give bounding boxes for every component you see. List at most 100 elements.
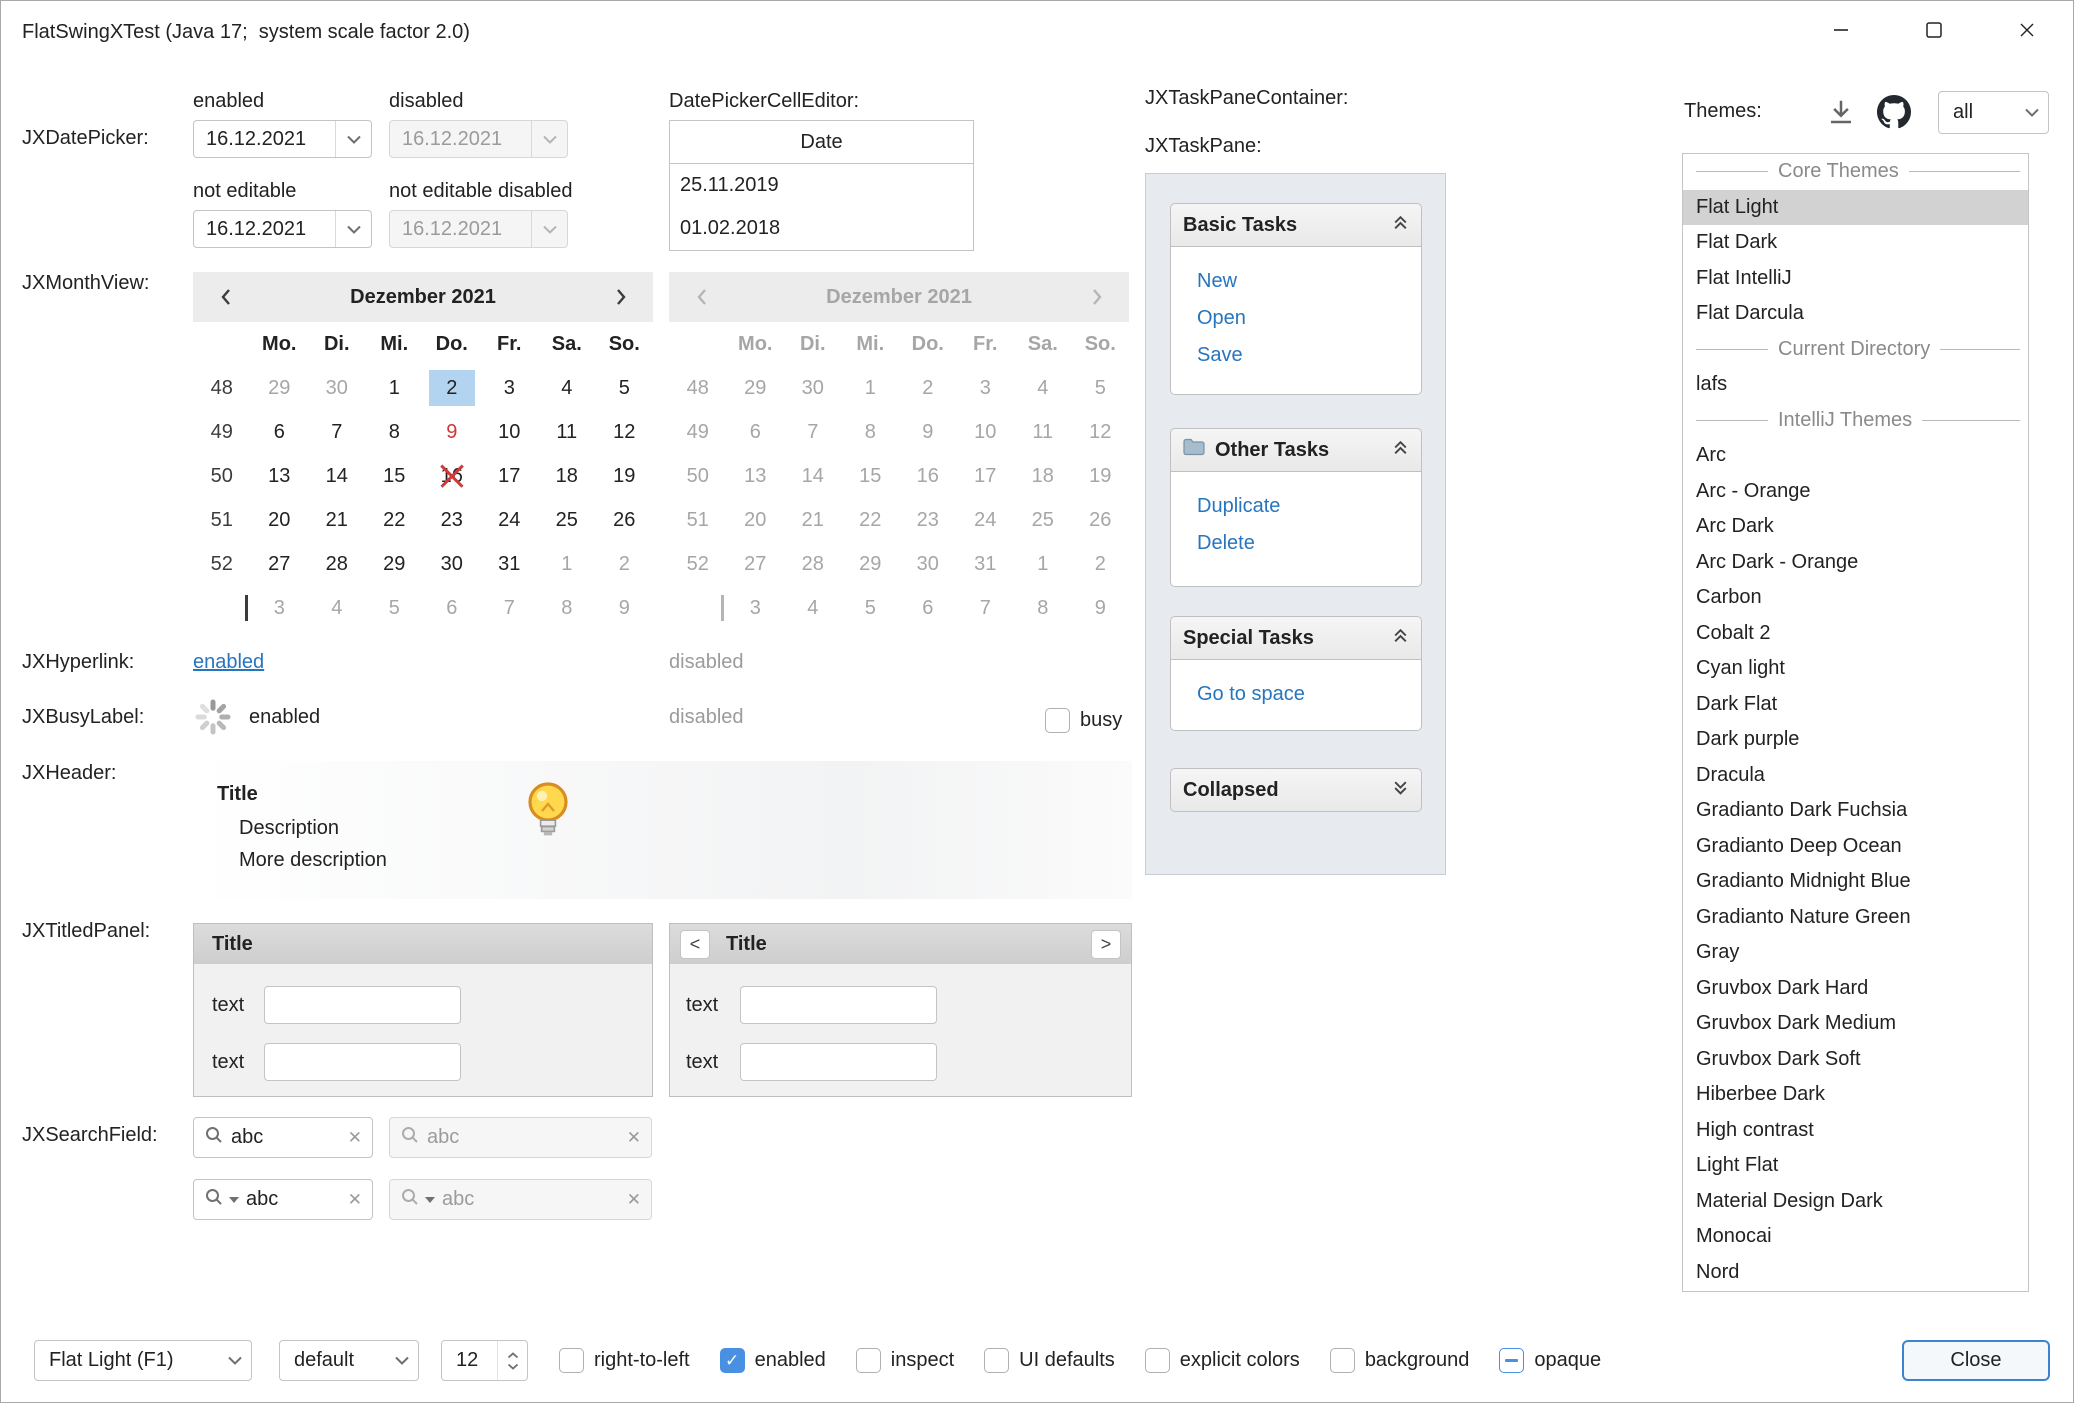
datepicker-dropdown-button[interactable] xyxy=(335,211,371,247)
hyperlink-enabled[interactable]: enabled xyxy=(193,651,264,674)
theme-list-item[interactable]: Gruvbox Dark Soft xyxy=(1683,1042,2028,1078)
calendar-day[interactable]: 5 xyxy=(366,586,424,630)
theme-list-item[interactable]: Gradianto Midnight Blue xyxy=(1683,864,2028,900)
font-size-spinner[interactable]: 12 xyxy=(441,1340,528,1381)
calendar-day[interactable]: 30 xyxy=(308,366,366,410)
laf-combobox[interactable]: Flat Light (F1) xyxy=(34,1340,252,1381)
theme-list-item[interactable]: Dark purple xyxy=(1683,722,2028,758)
theme-list-item[interactable]: Dracula xyxy=(1683,758,2028,794)
calendar-day[interactable]: 18 xyxy=(538,454,596,498)
checkbox-box[interactable] xyxy=(856,1348,881,1373)
checkbox-box[interactable] xyxy=(1045,708,1070,733)
text-input[interactable] xyxy=(740,1043,937,1081)
calendar-day[interactable]: 1 xyxy=(538,542,596,586)
theme-list-item[interactable]: Flat Light xyxy=(1683,190,2028,226)
checkbox-box[interactable] xyxy=(984,1348,1009,1373)
calendar-day[interactable]: 22 xyxy=(366,498,424,542)
chevron-double-down-icon[interactable] xyxy=(1392,779,1409,802)
calendar-day[interactable]: 15 xyxy=(366,454,424,498)
checkbox[interactable]: right-to-left xyxy=(559,1348,690,1373)
search-input[interactable] xyxy=(246,1188,341,1211)
calendar-day[interactable]: 10 xyxy=(481,410,539,454)
taskpane-header[interactable]: Basic Tasks xyxy=(1170,203,1422,247)
maximize-button[interactable] xyxy=(1887,1,1980,64)
table-row[interactable]: 25.11.2019 xyxy=(670,164,973,207)
table-row[interactable]: 01.02.2018 xyxy=(670,207,973,250)
next-month-button[interactable] xyxy=(603,279,639,315)
theme-list-item[interactable]: lafs xyxy=(1683,367,2028,403)
calendar-day[interactable]: 29 xyxy=(251,366,309,410)
theme-list-item[interactable]: Cobalt 2 xyxy=(1683,616,2028,652)
theme-list[interactable]: Core Themes Flat Light Flat Dark Flat In… xyxy=(1682,153,2029,1292)
theme-list-item[interactable]: Dark Flat xyxy=(1683,687,2028,723)
checkbox[interactable]: enabled xyxy=(720,1348,826,1373)
theme-list-item[interactable]: Arc Dark - Orange xyxy=(1683,545,2028,581)
calendar-day[interactable]: 23 xyxy=(423,498,481,542)
datepicker-dropdown-button[interactable] xyxy=(335,121,371,157)
chevron-double-up-icon[interactable] xyxy=(1392,627,1409,650)
calendar-day[interactable]: 20 xyxy=(251,498,309,542)
theme-list-item[interactable]: Gradianto Nature Green xyxy=(1683,900,2028,936)
theme-list-item[interactable]: Gradianto Dark Fuchsia xyxy=(1683,793,2028,829)
calendar-day[interactable]: 7 xyxy=(308,410,366,454)
calendar-day[interactable]: 7 xyxy=(481,586,539,630)
task-link[interactable]: Go to space xyxy=(1197,676,1411,713)
theme-list-item[interactable]: Cyan light xyxy=(1683,651,2028,687)
theme-list-item[interactable]: Light Flat xyxy=(1683,1148,2028,1184)
text-input[interactable] xyxy=(264,986,461,1024)
checkbox[interactable]: inspect xyxy=(856,1348,954,1373)
task-link[interactable]: Delete xyxy=(1197,525,1411,562)
calendar-day[interactable]: 17 xyxy=(481,454,539,498)
theme-list-item[interactable]: Carbon xyxy=(1683,580,2028,616)
theme-list-item[interactable]: Gruvbox Dark Medium xyxy=(1683,1006,2028,1042)
theme-list-item[interactable]: Flat IntelliJ xyxy=(1683,261,2028,297)
checkbox-box[interactable] xyxy=(720,1348,745,1373)
checkbox-box[interactable] xyxy=(1499,1348,1524,1373)
calendar-day[interactable]: 9 xyxy=(423,410,481,454)
checkbox-box[interactable] xyxy=(559,1348,584,1373)
text-input[interactable] xyxy=(264,1043,461,1081)
checkbox[interactable]: opaque xyxy=(1499,1348,1601,1373)
calendar-day[interactable]: 30 xyxy=(423,542,481,586)
theme-list-item[interactable]: Nord xyxy=(1683,1255,2028,1291)
theme-list-item[interactable]: Gruvbox Dark Hard xyxy=(1683,971,2028,1007)
chevron-double-up-icon[interactable] xyxy=(1392,214,1409,237)
datepicker-enabled[interactable]: 16.12.2021 xyxy=(193,120,372,158)
calendar-day[interactable]: 4 xyxy=(308,586,366,630)
clear-icon[interactable]: ✕ xyxy=(348,1128,362,1148)
previous-month-button[interactable] xyxy=(207,279,243,315)
theme-list-item[interactable]: Hiberbee Dark xyxy=(1683,1077,2028,1113)
search-field-3[interactable]: ✕ xyxy=(193,1179,373,1220)
task-link[interactable]: Duplicate xyxy=(1197,488,1411,525)
clear-icon[interactable]: ✕ xyxy=(348,1190,362,1210)
style-combobox[interactable]: default xyxy=(279,1340,419,1381)
task-link[interactable]: Open xyxy=(1197,300,1411,337)
calendar-day[interactable]: 26 xyxy=(596,498,654,542)
busy-checkbox[interactable]: busy xyxy=(1045,708,1122,733)
theme-list-item[interactable]: Flat Dark xyxy=(1683,225,2028,261)
table-column-header[interactable]: Date xyxy=(670,121,973,164)
checkbox-box[interactable] xyxy=(1145,1348,1170,1373)
calendar-day[interactable]: 28 xyxy=(308,542,366,586)
calendar-day[interactable]: 12 xyxy=(596,410,654,454)
calendar-day[interactable]: 2 xyxy=(596,542,654,586)
github-icon[interactable] xyxy=(1877,95,1911,135)
theme-list-item[interactable]: Monocai xyxy=(1683,1219,2028,1255)
checkbox[interactable]: UI defaults xyxy=(984,1348,1115,1373)
calendar-day[interactable]: 29 xyxy=(366,542,424,586)
taskpane-header[interactable]: Special Tasks xyxy=(1170,616,1422,660)
calendar-day[interactable]: 19 xyxy=(596,454,654,498)
calendar-day[interactable]: 4 xyxy=(538,366,596,410)
calendar-day[interactable]: 14 xyxy=(308,454,366,498)
titled-panel-right-button[interactable]: > xyxy=(1091,930,1121,959)
search-menu-icon[interactable] xyxy=(204,1187,224,1213)
calendar-day[interactable]: 16 xyxy=(423,454,481,498)
datepicker-not-editable[interactable]: 16.12.2021 xyxy=(193,210,372,248)
theme-list-item[interactable]: Arc xyxy=(1683,438,2028,474)
calendar-day[interactable]: 8 xyxy=(538,586,596,630)
calendar-day[interactable]: 13 xyxy=(251,454,309,498)
calendar-day[interactable]: 3 xyxy=(481,366,539,410)
taskpane-header[interactable]: Other Tasks xyxy=(1170,428,1422,472)
calendar-day[interactable]: 2 xyxy=(423,366,481,410)
theme-list-item[interactable]: Arc Dark xyxy=(1683,509,2028,545)
